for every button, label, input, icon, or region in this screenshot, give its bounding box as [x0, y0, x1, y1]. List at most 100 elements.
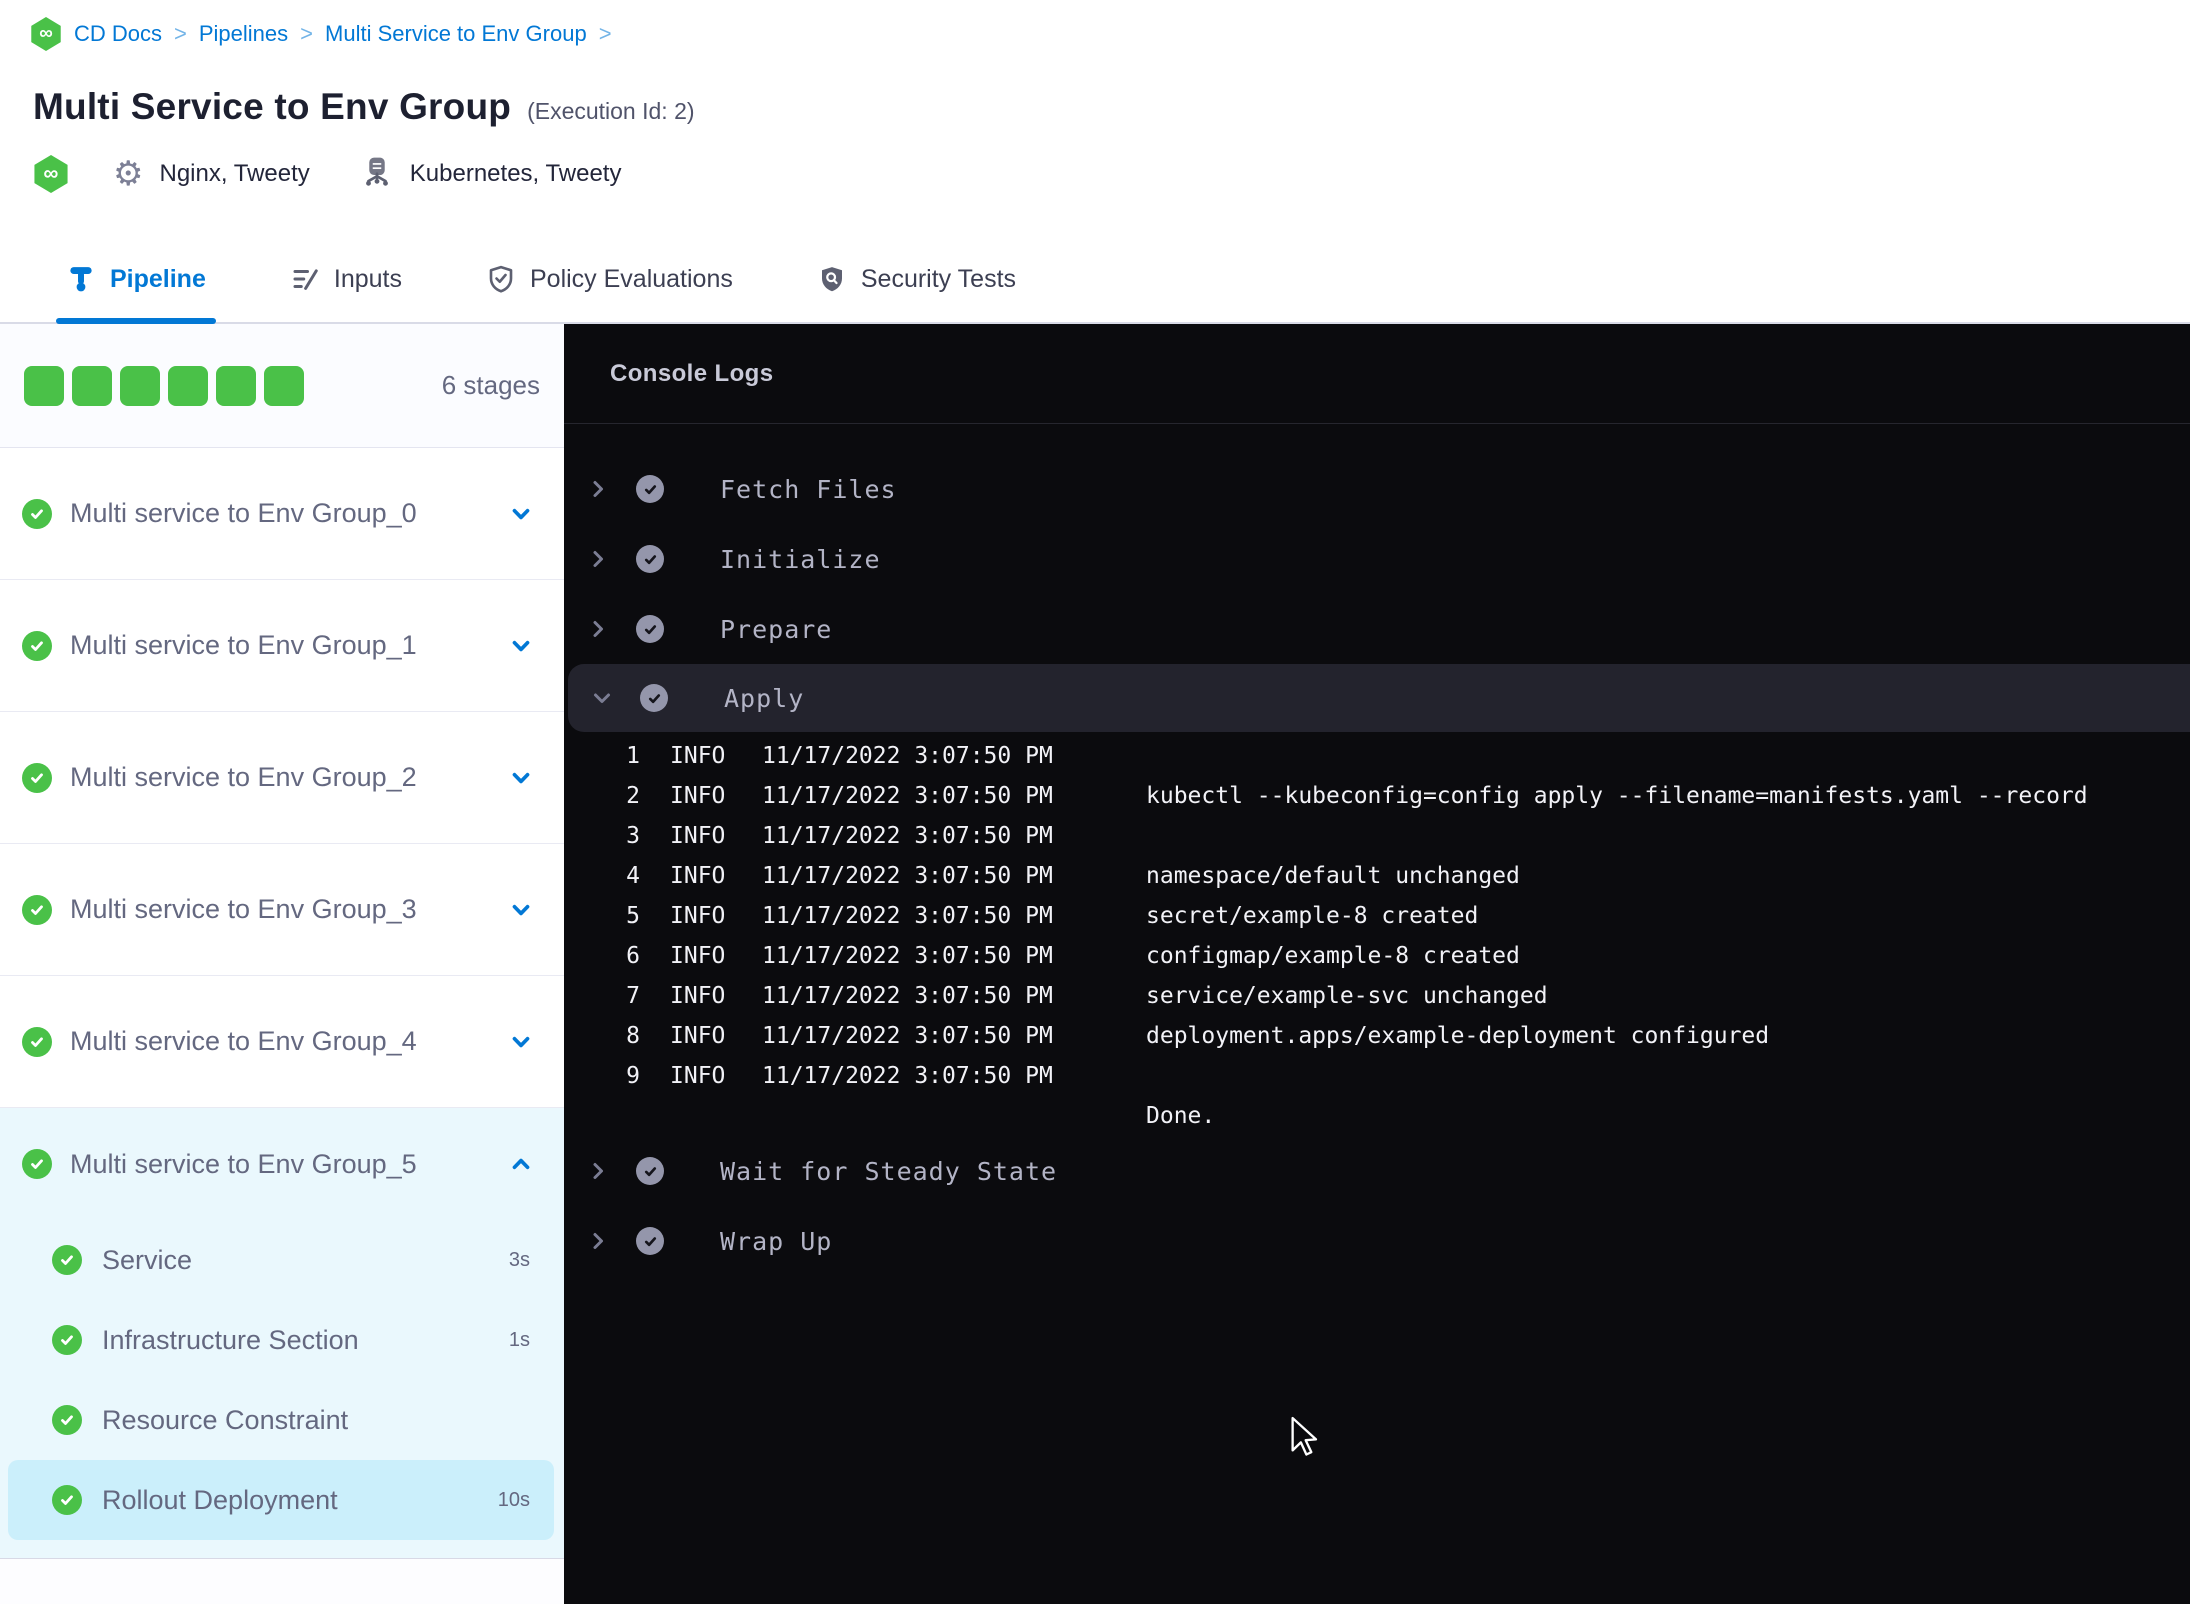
stage-status-square: [24, 365, 64, 406]
step-name: Rollout Deployment: [102, 1484, 338, 1515]
stage-name: Multi service to Env Group_0: [70, 498, 417, 528]
title-row: Multi Service to Env Group (Execution Id…: [33, 86, 2190, 128]
step-success-check-icon: [636, 545, 664, 573]
log-level: INFO: [670, 823, 726, 849]
stage-row[interactable]: Multi service to Env Group_1: [0, 580, 564, 712]
tab-label: Inputs: [333, 264, 402, 293]
stage-row[interactable]: Multi service to Env Group_3: [0, 844, 564, 976]
chevron-down-icon: [508, 633, 534, 659]
stage-status-square: [168, 365, 208, 406]
harness-cd-logo-icon: ∞: [31, 17, 61, 51]
console-step-row[interactable]: Fetch Files: [564, 454, 2190, 524]
log-line: 8 INFO 11/17/2022 3:07:50 PM deployment.app…: [584, 1016, 2190, 1056]
log-timestamp: 11/17/2022 3:07:50 PM: [762, 743, 1053, 769]
console-step-row[interactable]: Apply: [568, 664, 2190, 732]
console-body: Fetch Files Initialize Prepare Apply 1 INFO 11…: [564, 424, 2190, 1276]
stage-status-squares: [24, 365, 304, 406]
stage-status-square: [120, 365, 160, 406]
pipeline-icon: [66, 264, 96, 294]
breadcrumb-link[interactable]: Pipelines: [199, 21, 288, 47]
stage-step-row[interactable]: Resource Constraint: [8, 1380, 554, 1460]
log-level: INFO: [670, 743, 726, 769]
content-split: 6 stages Multi service to Env Group_0 Mul…: [0, 324, 2190, 1604]
security-tests-icon: [817, 264, 847, 294]
log-timestamp: 11/17/2022 3:07:50 PM: [762, 903, 1053, 929]
log-message: deployment.apps/example-deployment confi…: [1146, 1023, 1770, 1049]
console-step-row[interactable]: Initialize: [564, 524, 2190, 594]
step-name: Infrastructure Section: [102, 1324, 359, 1355]
tab-pipeline[interactable]: Pipeline: [56, 236, 216, 324]
log-level: INFO: [670, 783, 726, 809]
log-timestamp: 11/17/2022 3:07:50 PM: [762, 943, 1053, 969]
tab-policy-evaluations[interactable]: Policy Evaluations: [476, 236, 743, 322]
page-header: ∞ CD Docs > Pipelines > Multi Service to Env…: [0, 0, 2190, 324]
success-check-icon: [22, 1149, 52, 1179]
environments-icon: [360, 155, 394, 194]
stage-step-row[interactable]: Infrastructure Section 1s: [8, 1300, 554, 1380]
services-label: Nginx, Tweety: [159, 160, 310, 187]
console-step-name: Wrap Up: [720, 1226, 833, 1256]
stage-row[interactable]: Multi service to Env Group_2: [0, 712, 564, 844]
log-line: 1 INFO 11/17/2022 3:07:50 PM: [584, 736, 2190, 776]
log-line: 9 INFO 11/17/2022 3:07:50 PM: [584, 1056, 2190, 1096]
execution-meta: ∞ ⚙ Nginx, Tweety Kubernetes, Tweety: [33, 154, 2190, 194]
log-line-number: 9: [626, 1063, 640, 1089]
success-check-icon: [22, 630, 52, 661]
log-timestamp: 11/17/2022 3:07:50 PM: [762, 783, 1053, 809]
chevron-right-icon: [586, 477, 610, 501]
log-line: 7 INFO 11/17/2022 3:07:50 PM service/exampl…: [584, 976, 2190, 1016]
chevron-right-icon: [586, 617, 610, 641]
log-level: INFO: [670, 1023, 726, 1049]
stage-row[interactable]: Multi service to Env Group_5: [0, 1108, 564, 1220]
console-step-row[interactable]: Wrap Up: [564, 1206, 2190, 1276]
log-line-number: 3: [626, 823, 640, 849]
breadcrumb-link[interactable]: Multi Service to Env Group: [325, 21, 587, 47]
step-success-check-icon: [636, 475, 664, 503]
breadcrumb: ∞ CD Docs > Pipelines > Multi Service to Env…: [30, 16, 2190, 52]
execution-id: (Execution Id: 2): [527, 98, 695, 124]
console-step-row[interactable]: Prepare: [564, 594, 2190, 664]
log-line-number: 5: [626, 903, 640, 929]
log-line: Done.: [584, 1096, 2190, 1136]
console-step-name: Prepare: [720, 614, 833, 644]
success-check-icon: [52, 1245, 82, 1275]
console-log-panel: Console Logs Fetch Files Initialize Prepar…: [564, 324, 2190, 1604]
step-success-check-icon: [636, 1227, 664, 1255]
tab-label: Pipeline: [110, 264, 206, 293]
console-step-row[interactable]: Wait for Steady State: [564, 1136, 2190, 1206]
step-duration: 1s: [508, 1328, 530, 1351]
tab-label: Security Tests: [860, 264, 1017, 293]
stage-row[interactable]: Multi service to Env Group_4: [0, 976, 564, 1108]
step-success-check-icon: [636, 1157, 664, 1185]
stage-step-row[interactable]: Service 3s: [8, 1220, 554, 1300]
chevron-down-icon: [508, 1029, 534, 1055]
chevron-right-icon: [586, 1159, 610, 1183]
success-check-icon: [52, 1405, 82, 1435]
tab-security-tests[interactable]: Security Tests: [807, 236, 1026, 322]
console-step-name: Fetch Files: [720, 474, 897, 504]
stage-name: Multi service to Env Group_4: [70, 1026, 417, 1056]
log-line-number: 2: [626, 783, 640, 809]
breadcrumb-separator: >: [174, 21, 187, 46]
stage-row[interactable]: Multi service to Env Group_0: [0, 448, 564, 580]
console-title: Console Logs: [610, 359, 774, 387]
page-title: Multi Service to Env Group: [33, 86, 512, 127]
tab-inputs[interactable]: Inputs: [280, 236, 412, 322]
stage-step-row[interactable]: Rollout Deployment 10s: [8, 1460, 554, 1540]
log-message: namespace/default unchanged: [1146, 863, 1520, 889]
services-gear-icon: ⚙: [113, 155, 144, 193]
policy-evaluations-icon: [486, 264, 516, 294]
step-duration: 3s: [508, 1248, 530, 1271]
stage-status-square: [72, 365, 112, 406]
log-line: 4 INFO 11/17/2022 3:07:50 PM namespace/defa…: [584, 856, 2190, 896]
stages-sidebar: 6 stages Multi service to Env Group_0 Mul…: [0, 324, 564, 1604]
chevron-down-icon: [508, 897, 534, 923]
log-timestamp: 11/17/2022 3:07:50 PM: [762, 823, 1053, 849]
stage-name: Multi service to Env Group_5: [70, 1148, 417, 1179]
log-timestamp: 11/17/2022 3:07:50 PM: [762, 983, 1053, 1009]
breadcrumb-link[interactable]: CD Docs: [74, 21, 162, 47]
stage-name: Multi service to Env Group_2: [70, 762, 417, 792]
step-success-check-icon: [636, 615, 664, 643]
log-timestamp: 11/17/2022 3:07:50 PM: [762, 863, 1053, 889]
success-check-icon: [52, 1325, 82, 1355]
